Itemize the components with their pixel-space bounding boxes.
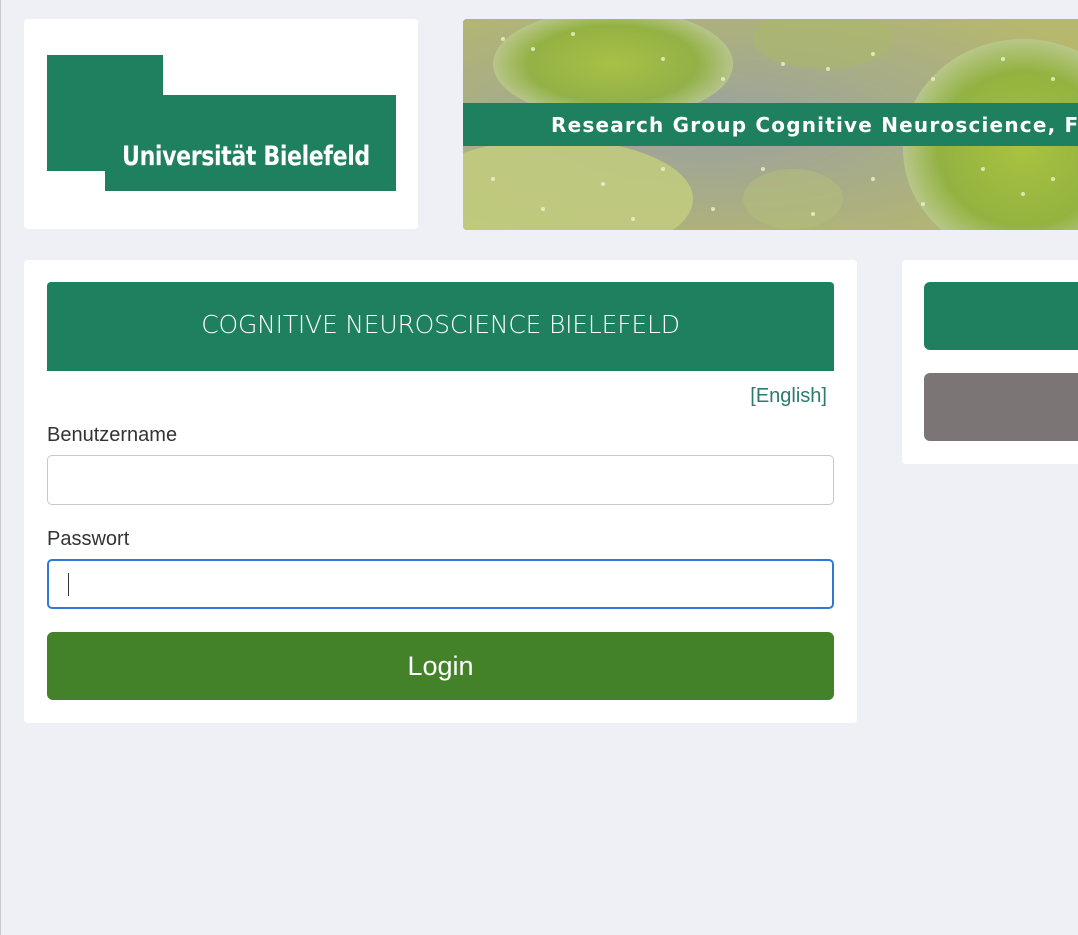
header-banner: Research Group Cognitive Neuroscience, F… <box>463 19 1078 230</box>
university-logo[interactable]: Universität Bielefeld <box>47 55 396 191</box>
banner-title: Research Group Cognitive Neuroscience, F… <box>551 113 1078 137</box>
password-label: Passwort <box>47 528 130 550</box>
login-card: COGNITIVE NEUROSCIENCE BIELEFELD [Englis… <box>24 260 857 723</box>
side-card <box>902 260 1078 464</box>
username-label: Benutzername <box>47 424 178 446</box>
side-secondary-button[interactable] <box>924 373 1078 441</box>
language-switch-link[interactable]: [English] <box>750 385 827 408</box>
username-input[interactable] <box>47 455 834 505</box>
login-title: COGNITIVE NEUROSCIENCE BIELEFELD <box>201 310 680 339</box>
logo-card: Universität Bielefeld <box>24 19 418 229</box>
text-caret <box>68 573 69 596</box>
side-primary-button[interactable] <box>924 282 1078 350</box>
password-input[interactable] <box>47 559 834 609</box>
login-header: COGNITIVE NEUROSCIENCE BIELEFELD <box>47 282 834 371</box>
login-button[interactable]: Login <box>47 632 834 700</box>
logo-text: Universität Bielefeld <box>122 141 370 172</box>
